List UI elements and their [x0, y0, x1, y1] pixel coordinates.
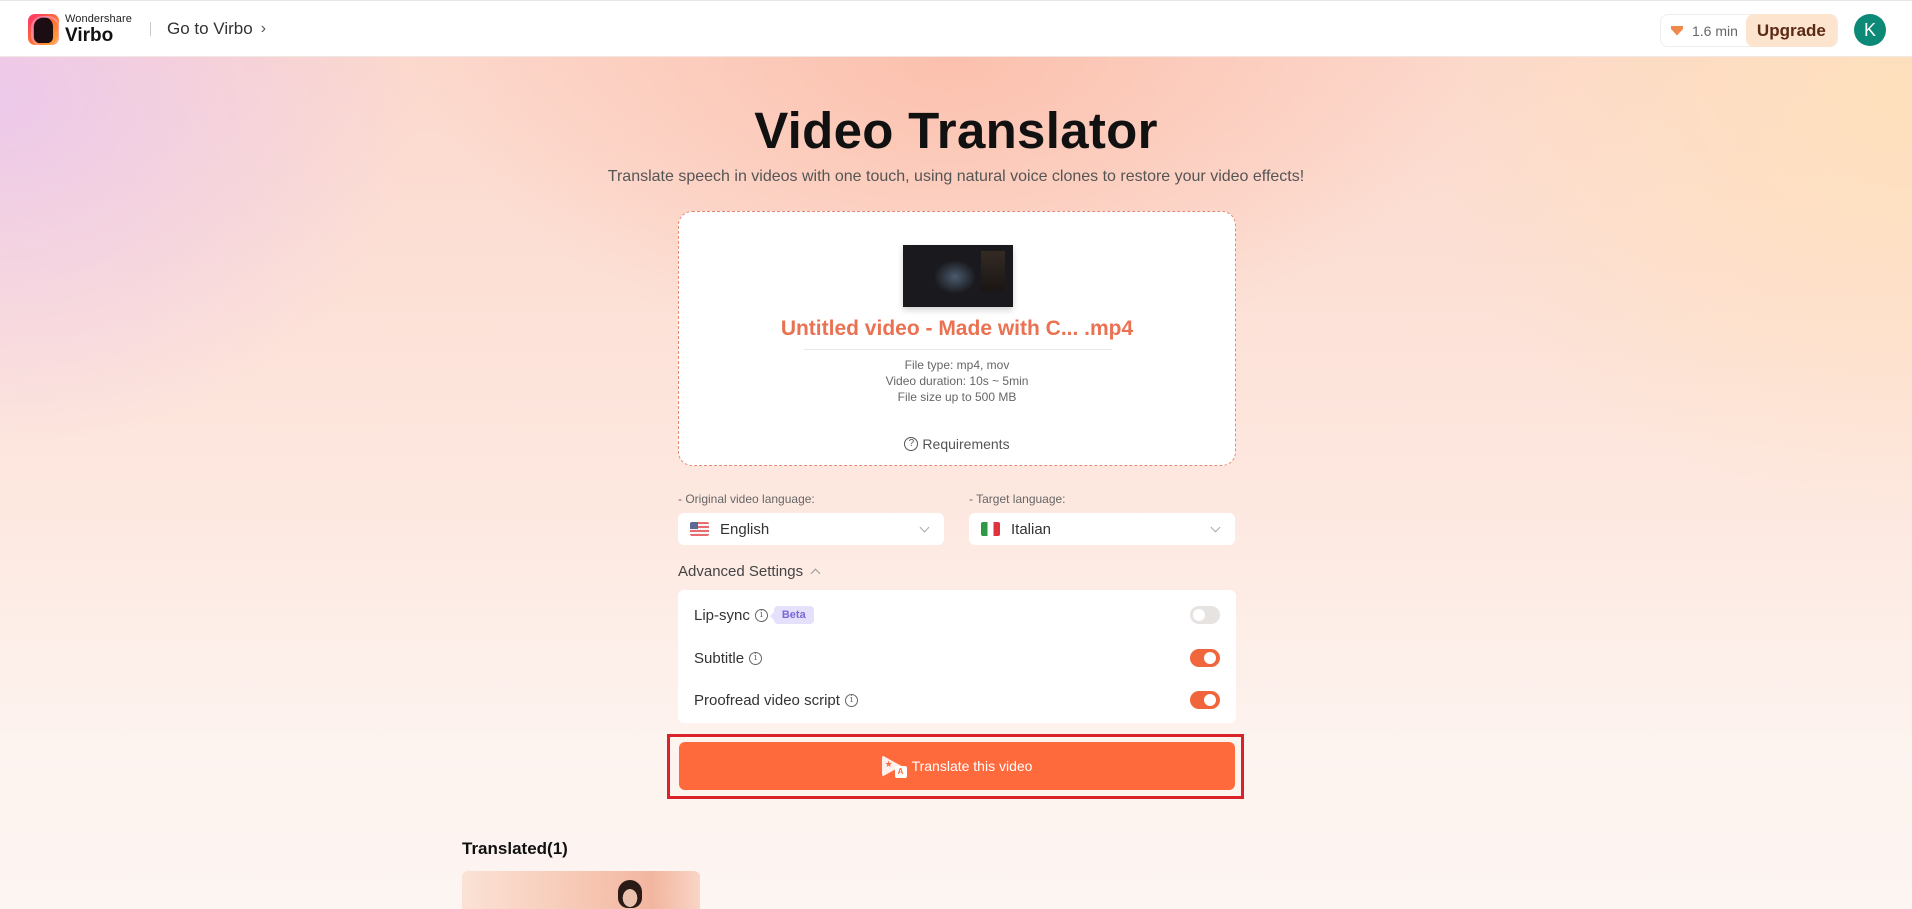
file-size-text: File size up to 500 MB: [897, 390, 1017, 404]
filename-divider: [804, 349, 1112, 350]
chevron-down-icon: [1210, 522, 1221, 532]
page-subtitle: Translate speech in videos with one touc…: [607, 168, 1305, 185]
toggle-knob: [1193, 609, 1205, 621]
chevron-up-icon: [810, 568, 821, 579]
virbo-logo[interactable]: Wondershare Virbo: [28, 14, 132, 45]
top-nav-bar: Wondershare Virbo Go to Virbo › 1.6 min …: [0, 0, 1912, 57]
diamond-icon: [1670, 24, 1684, 38]
setting-row-subtitle: Subtitle i: [694, 643, 1220, 673]
translate-video-button[interactable]: ★ A Translate this video: [679, 742, 1235, 790]
beta-badge: Beta: [769, 606, 814, 624]
upgrade-button[interactable]: Upgrade: [1745, 14, 1837, 47]
info-icon[interactable]: i: [844, 693, 858, 707]
question-circle-icon: ?: [904, 437, 919, 451]
credits-widget: 1.6 min Upgrade: [1660, 14, 1838, 47]
setting-row-lip-sync: Lip-sync i Beta: [694, 600, 1220, 630]
lip-sync-toggle[interactable]: [1190, 606, 1220, 624]
subtitle-label: Subtitle: [694, 649, 745, 667]
page-title: Video Translator: [754, 102, 1158, 159]
credits-remaining: 1.6 min: [1692, 22, 1738, 39]
chevron-right-icon: ›: [260, 20, 267, 37]
translate-button-label: Translate this video: [911, 758, 1033, 774]
original-language-value: English: [720, 520, 770, 538]
advanced-settings-panel: Lip-sync i Beta Subtitle i Proofread vid…: [678, 590, 1236, 723]
info-icon[interactable]: i: [749, 651, 763, 665]
user-avatar[interactable]: K: [1854, 14, 1886, 46]
target-language-select[interactable]: Italian: [969, 513, 1235, 545]
info-icon[interactable]: i: [754, 608, 768, 622]
virbo-logo-icon: [28, 14, 59, 45]
lip-sync-label: Lip-sync: [694, 606, 750, 624]
advanced-settings-label: Advanced Settings: [678, 563, 804, 580]
requirements-link[interactable]: ? Requirements: [679, 436, 1235, 452]
go-to-virbo-link[interactable]: Go to Virbo ›: [167, 19, 266, 39]
us-flag-icon: [690, 522, 709, 536]
setting-row-proofread: Proofread video script i: [694, 685, 1220, 715]
translated-section-title: Translated(1): [462, 839, 568, 858]
proofread-toggle[interactable]: [1190, 691, 1220, 709]
proofread-label: Proofread video script: [694, 691, 840, 709]
original-language-select[interactable]: English: [678, 513, 944, 545]
requirements-label: Requirements: [922, 436, 1010, 452]
file-requirements-info: File type: mp4, mov Video duration: 10s …: [679, 357, 1235, 405]
italy-flag-icon: [981, 522, 1000, 536]
video-upload-area[interactable]: Untitled video - Made with C... .mp4 Fil…: [678, 211, 1236, 466]
advanced-settings-toggle[interactable]: Advanced Settings: [678, 563, 821, 580]
uploaded-filename: Untitled video - Made with C... .mp4: [780, 317, 1134, 340]
toggle-knob: [1204, 694, 1216, 706]
translate-icon: ★ A: [881, 753, 908, 779]
video-thumbnail: [903, 245, 1013, 307]
translated-video-card[interactable]: [462, 871, 700, 909]
file-type-text: File type: mp4, mov: [904, 358, 1010, 372]
video-duration-text: Video duration: 10s ~ 5min: [885, 374, 1029, 388]
subtitle-toggle[interactable]: [1190, 649, 1220, 667]
target-language-value: Italian: [1011, 520, 1052, 538]
target-language-label: - Target language:: [969, 492, 1066, 506]
nav-divider: [150, 22, 151, 36]
chevron-down-icon: [919, 522, 930, 532]
logo-brand: Wondershare: [65, 13, 132, 25]
go-to-virbo-label: Go to Virbo: [167, 19, 253, 38]
original-language-label: - Original video language:: [678, 492, 815, 506]
video-thumbnail-person: [618, 880, 642, 908]
logo-product: Virbo: [65, 25, 114, 46]
toggle-knob: [1204, 652, 1216, 664]
